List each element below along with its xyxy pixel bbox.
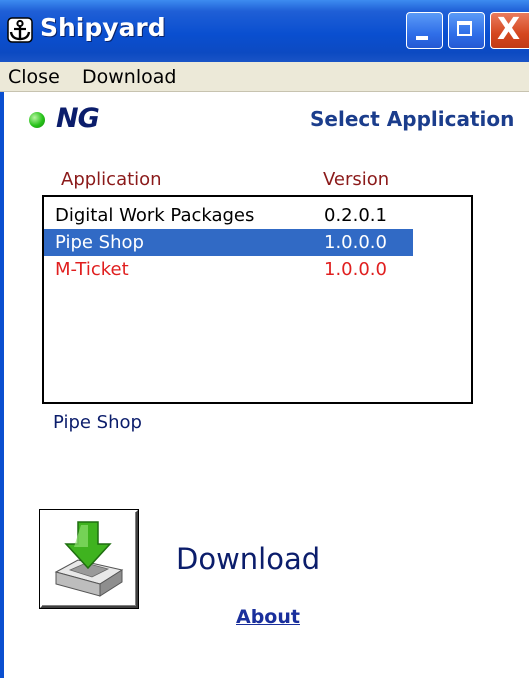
title-bar[interactable]: Shipyard X	[0, 0, 529, 62]
close-icon: X	[497, 12, 521, 47]
menu-close[interactable]: Close	[8, 66, 60, 88]
list-item[interactable]: Digital Work Packages 0.2.0.1	[44, 202, 413, 229]
selected-application-label: Pipe Shop	[53, 412, 142, 433]
list-item-application: Pipe Shop	[55, 232, 144, 253]
menu-download[interactable]: Download	[82, 66, 176, 88]
status-indicator-icon	[29, 112, 45, 128]
download-tray-icon	[54, 521, 124, 597]
column-header-version[interactable]: Version	[323, 169, 389, 190]
list-item-application: M-Ticket	[55, 259, 129, 280]
about-link[interactable]: About	[236, 606, 300, 628]
download-button[interactable]	[40, 510, 138, 608]
page-title: Select Application	[310, 107, 515, 131]
window-frame-left	[0, 62, 4, 678]
list-item-version: 1.0.0.0	[324, 232, 387, 253]
list-item-version: 0.2.0.1	[324, 205, 387, 226]
list-item[interactable]: M-Ticket 1.0.0.0	[44, 256, 413, 283]
brand-logo: NG	[56, 103, 100, 134]
close-window-button[interactable]: X	[490, 12, 529, 49]
anchor-icon	[7, 17, 33, 43]
application-list[interactable]: Digital Work Packages 0.2.0.1 Pipe Shop …	[42, 195, 473, 404]
list-item-version: 1.0.0.0	[324, 259, 387, 280]
maximize-button[interactable]	[448, 12, 485, 49]
menu-bar: Close Download	[0, 62, 529, 92]
window-title: Shipyard	[40, 13, 166, 42]
list-item[interactable]: Pipe Shop 1.0.0.0	[44, 229, 413, 256]
column-header-application[interactable]: Application	[61, 169, 162, 190]
download-label[interactable]: Download	[176, 542, 320, 576]
list-item-application: Digital Work Packages	[55, 205, 255, 226]
minimize-button[interactable]	[406, 12, 443, 49]
